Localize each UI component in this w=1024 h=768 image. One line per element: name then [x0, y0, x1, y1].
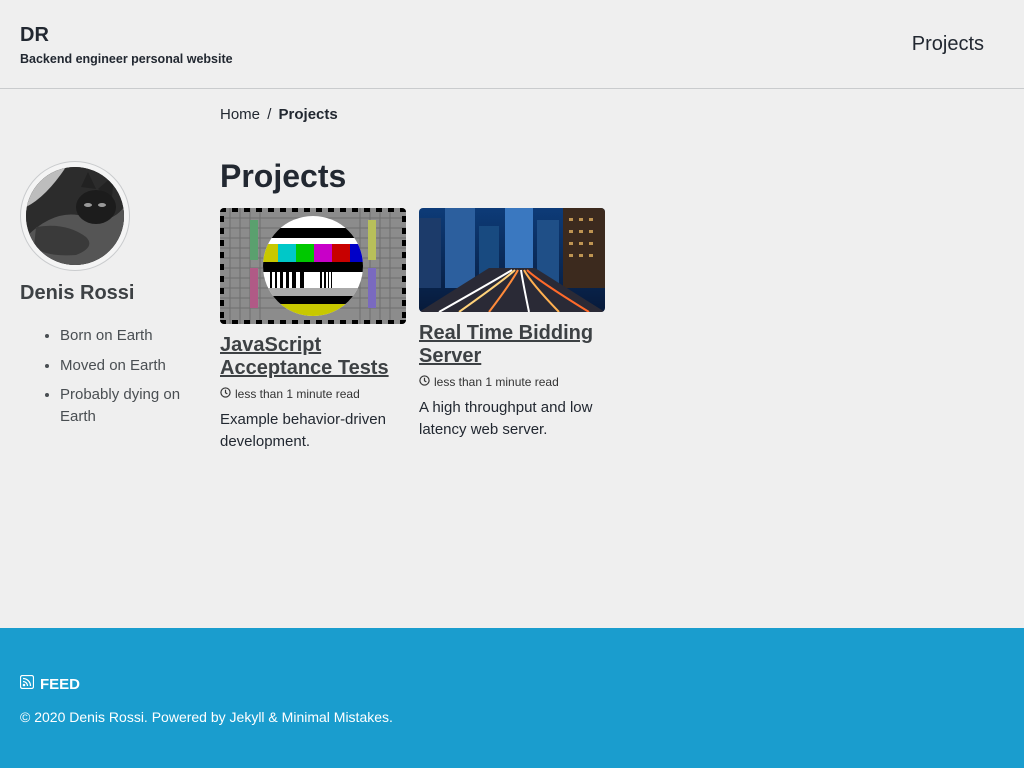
project-title-link[interactable]: JavaScript Acceptance Tests	[220, 334, 406, 380]
clock-icon	[220, 387, 231, 401]
author-name: Denis Rossi	[20, 282, 135, 304]
feed-label: FEED	[40, 675, 81, 693]
author-urls-list: Born on Earth Moved on Earth Probably dy…	[60, 325, 200, 436]
project-teaser-image[interactable]	[220, 208, 406, 324]
author-url-item: Born on Earth	[60, 325, 200, 347]
breadcrumb-home-link[interactable]: Home	[220, 106, 260, 123]
author-url-item: Probably dying on Earth	[60, 384, 200, 428]
project-title-link[interactable]: Real Time Bidding Server	[419, 322, 605, 368]
masthead: DR Backend engineer personal website Pro…	[0, 0, 1024, 89]
site-subtitle: Backend engineer personal website	[20, 52, 233, 66]
copyright: © 2020 Denis Rossi. Powered by Jekyll & …	[20, 709, 393, 725]
page-footer: FEED © 2020 Denis Rossi. Powered by Jeky…	[0, 628, 1024, 768]
rss-icon	[19, 674, 35, 693]
site-title-link[interactable]: DR	[20, 24, 49, 47]
project-excerpt: Example behavior-driven development.	[220, 411, 386, 450]
feed-link[interactable]: FEED	[19, 674, 81, 693]
copyright-text: © 2020 Denis Rossi. Powered by	[20, 709, 230, 725]
breadcrumb-current: Projects	[278, 106, 338, 123]
copyright-amp: &	[264, 709, 282, 725]
page-title: Projects	[220, 158, 347, 194]
breadcrumb-separator: /	[267, 106, 272, 123]
breadcrumb: Home / Projects	[220, 106, 338, 123]
clock-icon	[419, 375, 430, 389]
copyright-period: .	[389, 709, 393, 725]
project-card: JavaScript Acceptance Tests less than 1 …	[220, 208, 406, 453]
read-time: less than 1 minute read	[220, 387, 406, 401]
author-url-item: Moved on Earth	[60, 355, 200, 377]
project-card: Real Time Bidding Server less than 1 min…	[419, 208, 605, 441]
jekyll-link[interactable]: Jekyll	[230, 709, 265, 725]
read-time-label: less than 1 minute read	[235, 387, 360, 401]
nav-item-projects[interactable]: Projects	[912, 33, 984, 56]
minimal-mistakes-link[interactable]: Minimal Mistakes	[282, 709, 389, 725]
read-time: less than 1 minute read	[419, 375, 605, 389]
avatar-image	[26, 167, 124, 265]
avatar	[20, 161, 130, 271]
project-teaser-image[interactable]	[419, 208, 605, 312]
read-time-label: less than 1 minute read	[434, 375, 559, 389]
project-excerpt: A high throughput and low latency web se…	[419, 399, 593, 438]
